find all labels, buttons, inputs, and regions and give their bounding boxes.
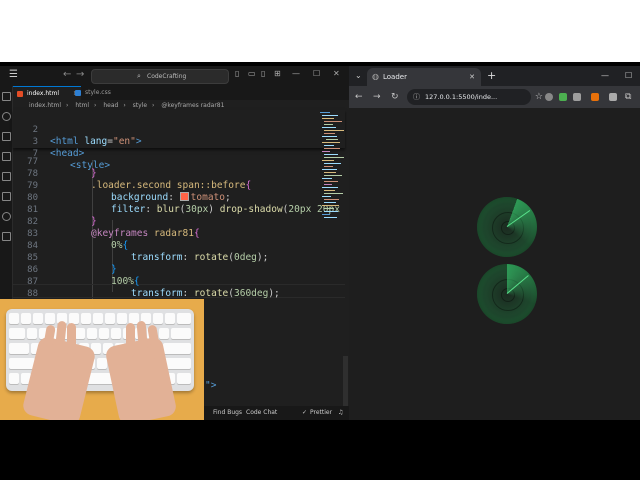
tab-style-css[interactable]: style.css — [71, 86, 135, 100]
left-finger — [67, 323, 76, 357]
reload-icon[interactable]: ↻ — [391, 91, 399, 103]
code-line[interactable]: 86 100%{ — [13, 252, 345, 287]
address-bar[interactable]: ⓘ 127.0.0.1:5500/inde... ☆ — [407, 89, 543, 105]
page-viewport — [349, 108, 640, 420]
partial-code-text: "> — [205, 380, 217, 391]
top-white-strip — [0, 0, 640, 62]
site-info-icon[interactable]: ⓘ — [413, 89, 420, 105]
extension-icon[interactable] — [573, 93, 581, 101]
code-line[interactable]: 84 transform: rotate(0deg); — [13, 228, 345, 263]
code-line[interactable]: 81 } — [13, 192, 345, 227]
forward-arrow-icon[interactable]: → — [373, 91, 381, 103]
browser-toolbar: ← → ↻ ⓘ 127.0.0.1:5500/inde... ☆ ⧉ — [349, 86, 640, 108]
code-line[interactable]: 3 <head> — [13, 124, 345, 159]
tab-label: style.css — [85, 89, 111, 96]
back-arrow-icon[interactable]: ← — [355, 91, 363, 103]
tab-search-icon[interactable]: ⌄ — [355, 70, 362, 82]
css-file-icon — [75, 90, 81, 96]
remote-icon[interactable] — [2, 192, 11, 201]
customize-layout-icon[interactable]: ⊞ — [274, 69, 281, 79]
radar-loader-2 — [477, 264, 537, 324]
run-debug-icon[interactable] — [2, 152, 11, 161]
radar-loader-1 — [477, 197, 537, 257]
code-line[interactable]: 83 0%{ — [13, 216, 345, 251]
back-arrow-icon[interactable]: ← — [63, 70, 71, 80]
breadcrumb-item[interactable]: head — [103, 102, 118, 109]
sidebar-toggle-icon[interactable]: ▯ — [261, 69, 265, 79]
globe-icon: ◍ — [372, 72, 379, 81]
tab-title: Loader — [383, 73, 407, 81]
command-center-search[interactable]: ⌕ CodeCrafting — [91, 69, 229, 84]
bookmark-star-icon[interactable]: ☆ — [535, 89, 543, 105]
code-line[interactable]: 87 transform: rotate(360deg); — [13, 264, 345, 299]
explorer-icon[interactable] — [2, 92, 11, 101]
browser-window: ⌄ ◍ Loader ✕ + — ☐ ← → ↻ ⓘ 127.0.0.1:550… — [349, 66, 640, 420]
close-icon[interactable]: ✕ — [333, 69, 340, 79]
status-code-chat[interactable]: Code Chat — [246, 406, 277, 420]
code-line[interactable]: 85 } — [13, 240, 345, 275]
minimize-icon[interactable]: — — [292, 69, 300, 79]
close-tab-icon[interactable]: ✕ — [469, 68, 475, 86]
keyboard-photo-overlay — [0, 299, 204, 420]
extension-icon[interactable] — [545, 93, 553, 101]
maximize-icon[interactable]: ☐ — [625, 70, 632, 82]
code-line[interactable]: 82 @keyframes radar81{ — [13, 204, 345, 239]
extension-icon[interactable] — [559, 93, 567, 101]
search-icon[interactable] — [2, 112, 11, 121]
screen: ☰ ← → ⌕ CodeCrafting ▯ ▭ ▯ ⊞ — ☐ ✕ index… — [0, 66, 640, 420]
code-line[interactable]: 80 filter: blur(30px) drop-shadow(20px 2… — [13, 180, 345, 215]
panel-toggle-icon[interactable]: ▭ — [248, 69, 256, 79]
bell-icon[interactable]: ♫ — [338, 406, 343, 420]
extension-icon[interactable] — [609, 93, 617, 101]
extensions-icon[interactable] — [2, 172, 11, 181]
vscode-window: ☰ ← → ⌕ CodeCrafting ▯ ▭ ▯ ⊞ — ☐ ✕ index… — [0, 66, 349, 420]
search-text: CodeCrafting — [147, 73, 187, 80]
url-text: 127.0.0.1:5500/inde... — [425, 93, 498, 101]
breadcrumb: index.html › html › head › style › @keyframe… — [29, 102, 225, 109]
breadcrumb-item[interactable]: @keyframes radar81 — [161, 102, 224, 109]
extension-icon[interactable] — [591, 93, 599, 101]
forward-arrow-icon[interactable]: → — [76, 70, 84, 80]
maximize-icon[interactable]: ☐ — [313, 69, 320, 79]
line-number: 7 — [32, 149, 38, 159]
sticky-scroll: 2 <html lang="en"> 3 <head> 7 <style> — [13, 110, 345, 171]
tab-label: index.html — [27, 90, 59, 97]
minimap[interactable] — [318, 110, 346, 230]
new-tab-icon[interactable]: + — [487, 69, 496, 83]
code-line[interactable]: 7 <style> — [13, 136, 345, 171]
editor-tabs: index.html × style.css — [13, 86, 349, 100]
source-control-icon[interactable] — [2, 132, 11, 141]
status-prettier[interactable]: Prettier — [310, 406, 332, 420]
right-finger — [126, 323, 135, 357]
html-file-icon — [17, 91, 23, 97]
extensions-puzzle-icon[interactable]: ⧉ — [625, 91, 631, 103]
breadcrumb-item[interactable]: html — [75, 102, 89, 109]
vscode-titlebar: ☰ ← → ⌕ CodeCrafting ▯ ▭ ▯ ⊞ — ☐ ✕ — [0, 66, 349, 86]
check-icon: ✓ — [302, 409, 308, 416]
browser-tab-bar: ⌄ ◍ Loader ✕ + — ☐ — [349, 66, 640, 86]
minimize-icon[interactable]: — — [601, 70, 609, 82]
breadcrumb-item[interactable]: style — [133, 102, 147, 109]
browser-tab-loader[interactable]: ◍ Loader ✕ — [367, 68, 481, 86]
menu-icon[interactable]: ☰ — [9, 70, 18, 80]
status-bar: Find Bugs Code Chat ✓ Prettier ♫ — [204, 406, 349, 420]
code-line[interactable]: 79 background: tomato; — [13, 168, 345, 203]
status-find-bugs[interactable]: Find Bugs — [213, 406, 242, 420]
breadcrumb-item[interactable]: index.html — [29, 102, 61, 109]
search-icon: ⌕ — [137, 72, 141, 80]
code-line[interactable]: 2 <html lang="en"> — [13, 112, 345, 147]
code-line[interactable]: 88 } — [13, 276, 345, 311]
account-icon[interactable] — [2, 212, 11, 221]
testing-icon[interactable] — [2, 232, 11, 241]
layout-toggle-icon[interactable]: ▯ — [235, 69, 239, 79]
